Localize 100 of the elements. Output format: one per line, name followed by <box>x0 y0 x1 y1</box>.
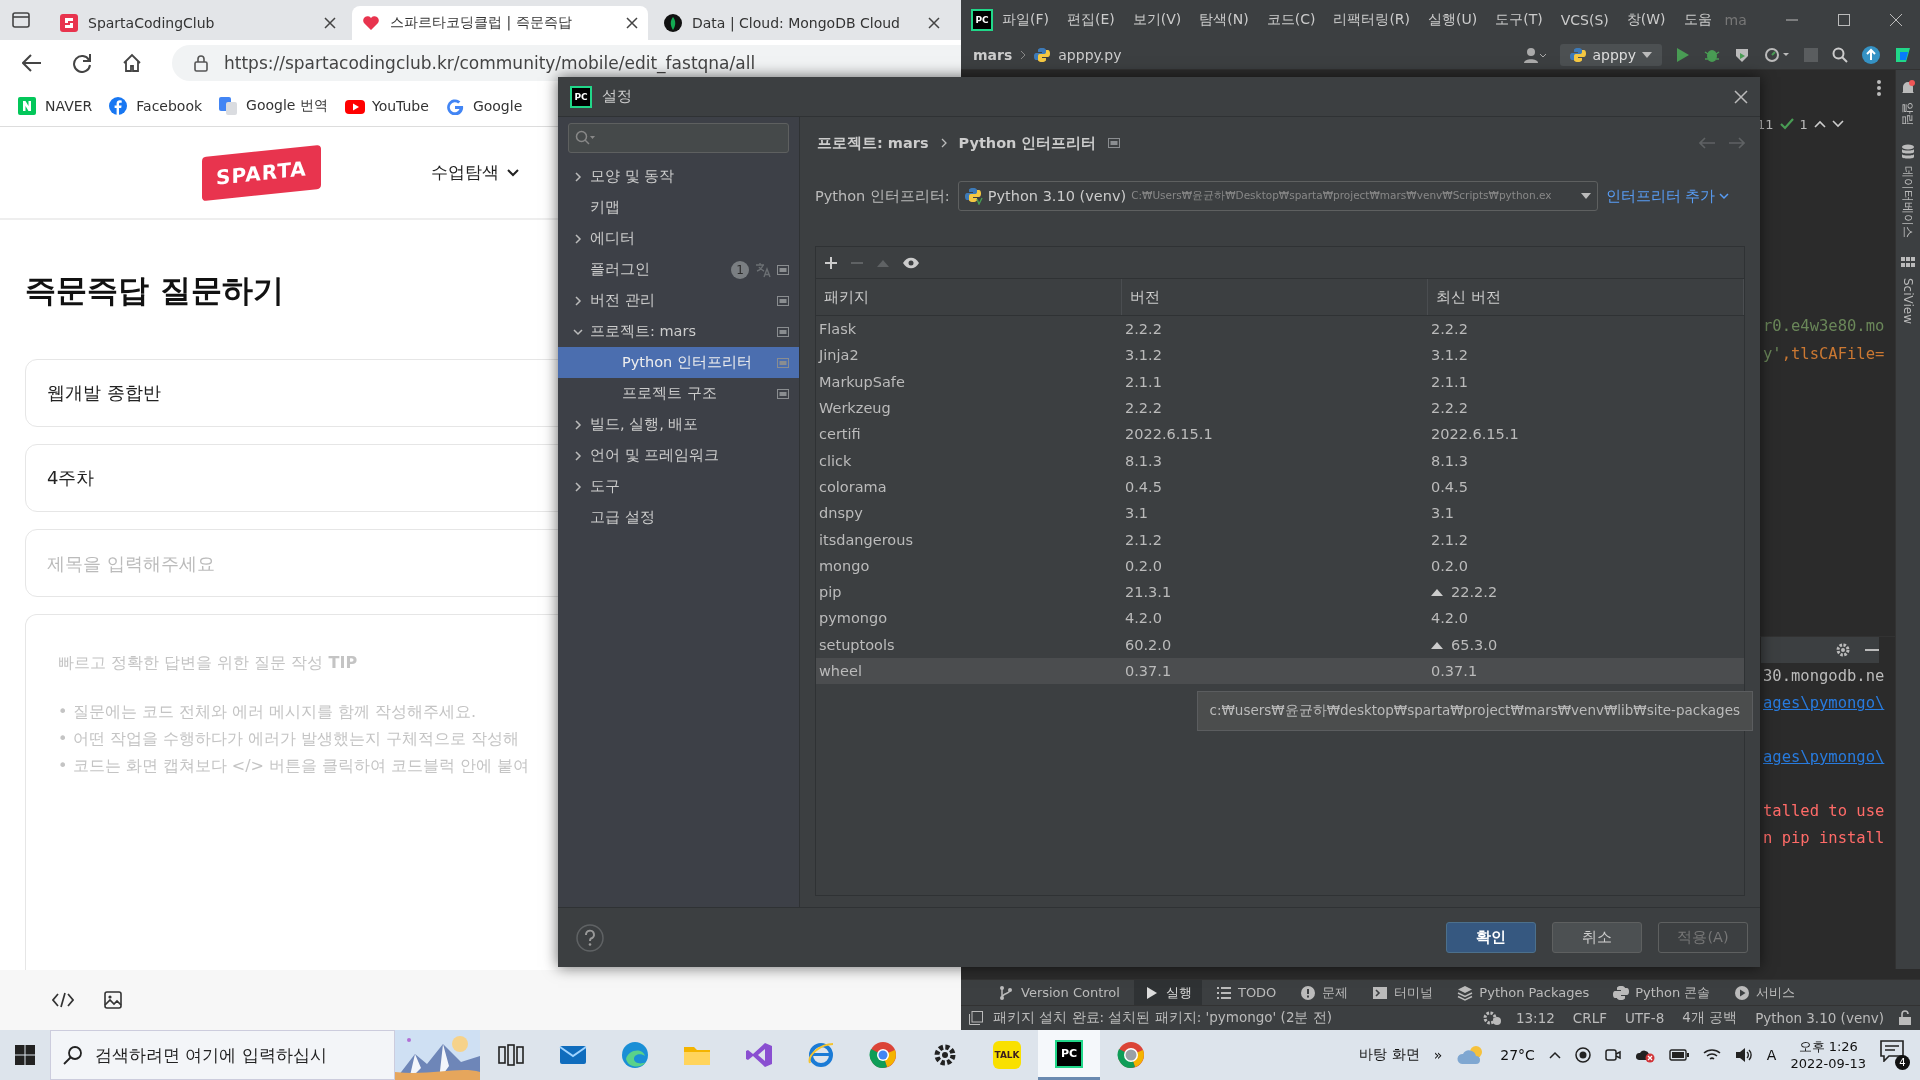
ide-app-icon[interactable]: PC <box>1055 1039 1083 1068</box>
table-row[interactable]: colorama 0.4.5 0.4.5 <box>816 473 1744 501</box>
tool-window-tab[interactable]: TODO <box>1205 979 1287 1006</box>
add-interpreter-link[interactable]: 인터프리터 추가 <box>1605 186 1730 206</box>
table-row[interactable]: mongo 0.2.0 0.2.0 <box>816 552 1744 579</box>
browser-tab[interactable]: Data | Cloud: MongoDB Cloud <box>654 6 950 40</box>
settings-tree-item[interactable]: 도구 <box>558 471 799 502</box>
column-header[interactable]: 패키지 <box>816 279 1122 315</box>
windows-start-icon[interactable] <box>15 1045 35 1065</box>
menu-item[interactable]: 보기(V) <box>1123 11 1191 29</box>
status-item[interactable]: UTF-8 <box>1620 1010 1669 1026</box>
settings-tree-item[interactable]: 고급 설정 <box>558 502 799 533</box>
breadcrumb[interactable]: apppy.py <box>1058 46 1122 63</box>
table-row[interactable]: pip 21.3.1 22.2.2 <box>816 578 1744 606</box>
menu-item[interactable]: 리팩터링(R) <box>1324 11 1420 29</box>
tool-window-tab[interactable]: 터미널 <box>1362 979 1444 1006</box>
dialog-button[interactable]: 확인 <box>1446 922 1536 953</box>
settings-tree-item[interactable]: 플러그인 1 <box>558 254 799 285</box>
status-item[interactable]: 13:12 <box>1511 1010 1559 1026</box>
add-icon[interactable] <box>824 255 838 270</box>
task-view-icon[interactable] <box>497 1041 525 1069</box>
bookmark[interactable]: Google <box>445 97 523 115</box>
settings-tree-item[interactable]: Python 인터프리터 <box>558 347 799 378</box>
settings-tree-item[interactable]: 모양 및 동작 <box>558 161 799 192</box>
more-icon[interactable] <box>1877 80 1881 96</box>
run-icon[interactable] <box>1676 46 1690 63</box>
tool-window-tab[interactable]: 문제 <box>1290 979 1359 1006</box>
search-field[interactable] <box>568 123 789 153</box>
bookmark[interactable]: Facebook <box>109 97 203 115</box>
more-toolbar-button[interactable]: » <box>1433 1047 1443 1063</box>
bookmark[interactable]: Google 번역 <box>219 97 328 115</box>
eye-icon[interactable] <box>902 256 920 269</box>
database-icon[interactable] <box>1900 144 1916 160</box>
battery-icon[interactable] <box>1668 1049 1689 1061</box>
clock-date[interactable]: 2022-09-13 <box>1790 1055 1866 1072</box>
tool-window-tab[interactable]: Version Control <box>989 979 1130 1006</box>
settings-tree-item[interactable]: 언어 및 프레임워크 <box>558 440 799 471</box>
browser-tab[interactable]: 스파르타코딩클럽 | 즉문즉답 <box>352 6 648 40</box>
tool-window-tab[interactable]: 실행 <box>1133 979 1202 1006</box>
chat-app-icon[interactable]: TALK <box>993 1041 1021 1069</box>
table-row[interactable]: itsdangerous 2.1.2 2.1.2 <box>816 526 1744 553</box>
home-icon[interactable] <box>122 53 142 73</box>
link[interactable]: ages\pymongo\ <box>1763 690 1885 717</box>
tool-window-tab[interactable]: 알림 <box>1901 102 1915 126</box>
status-item[interactable]: Python 3.10 (venv) <box>1751 1010 1888 1026</box>
help-icon[interactable] <box>576 923 604 952</box>
table-row[interactable]: MarkupSafe 2.1.1 2.1.1 <box>816 368 1744 395</box>
breadcrumb[interactable]: 프로젝트: mars <box>817 133 929 153</box>
wifi-icon[interactable] <box>1702 1048 1721 1062</box>
profile-icon[interactable] <box>1764 46 1790 63</box>
status-item[interactable]: 4개 공백 <box>1678 1009 1742 1027</box>
menu-item[interactable]: VCS(S) <box>1551 12 1618 28</box>
table-row[interactable]: dnspy 3.1 3.1 <box>816 500 1744 527</box>
menu-item[interactable]: 창(W) <box>1617 11 1675 29</box>
close-icon[interactable] <box>928 17 940 29</box>
browser-icon[interactable] <box>621 1041 649 1069</box>
tool-window-tab[interactable]: 데이터베이스 <box>1901 166 1915 238</box>
volume-icon[interactable] <box>1734 1047 1753 1063</box>
panel-icon[interactable] <box>969 1011 983 1025</box>
code-editor-icon[interactable] <box>745 1041 773 1069</box>
tool-window-tab[interactable]: Python Packages <box>1447 979 1600 1006</box>
column-header[interactable]: 최신 버전 <box>1428 279 1744 315</box>
code-icon[interactable] <box>52 992 74 1008</box>
table-row[interactable]: certifi 2022.6.15.1 2022.6.15.1 <box>816 421 1744 448</box>
temperature[interactable]: 27°C <box>1500 1047 1535 1063</box>
settings-tree-item[interactable]: 프로젝트: mars <box>558 316 799 347</box>
table-row[interactable]: Werkzeug 2.2.2 2.2.2 <box>816 394 1744 422</box>
breadcrumb[interactable]: mars <box>973 46 1013 63</box>
table-row[interactable]: Flask 2.2.2 2.2.2 <box>816 316 1744 343</box>
link[interactable]: ages\pymongo\ <box>1763 744 1885 771</box>
menu-item[interactable]: 편집(E) <box>1058 11 1124 29</box>
menu-item[interactable]: 도움 <box>1674 11 1721 29</box>
reload-icon[interactable] <box>72 53 92 73</box>
unlock-icon[interactable] <box>1898 1010 1912 1026</box>
column-header[interactable]: 버전 <box>1122 279 1428 315</box>
settings-icon[interactable] <box>1835 642 1851 658</box>
search-icon[interactable] <box>1832 46 1848 63</box>
menu-item[interactable]: 코드(C) <box>1257 11 1325 29</box>
browser-icon[interactable] <box>1117 1041 1145 1069</box>
browser-icon[interactable] <box>807 1041 835 1069</box>
settings-tree-item[interactable]: 버전 관리 <box>558 285 799 316</box>
input-method-indicator[interactable]: A <box>1766 1047 1777 1063</box>
browser-tab[interactable]: SpartaCodingClub <box>50 6 346 40</box>
close-icon[interactable] <box>1890 14 1902 26</box>
gear-icon[interactable] <box>1481 1010 1502 1026</box>
chevron-down-icon[interactable] <box>1831 120 1844 128</box>
run-config-dropdown[interactable]: apppy <box>1560 43 1662 66</box>
menu-item[interactable]: 도구(T) <box>1486 11 1552 29</box>
tool-window-tab[interactable]: SciView <box>1901 278 1915 325</box>
update-icon[interactable] <box>1862 45 1880 64</box>
table-row[interactable]: setuptools 60.2.0 65.3.0 <box>816 631 1744 658</box>
close-icon[interactable] <box>626 17 638 29</box>
site-logo[interactable]: SPARTA <box>202 144 321 201</box>
coverage-icon[interactable] <box>1734 46 1750 63</box>
menu-item[interactable]: 파일(F) <box>993 11 1058 29</box>
settings-tree-item[interactable]: 에디터 <box>558 223 799 254</box>
desktop-toolbar-label[interactable]: 바탕 화면 <box>1359 1046 1420 1064</box>
close-icon[interactable] <box>324 17 336 29</box>
maximize-icon[interactable] <box>1838 14 1850 26</box>
status-item[interactable]: CRLF <box>1568 1010 1611 1026</box>
